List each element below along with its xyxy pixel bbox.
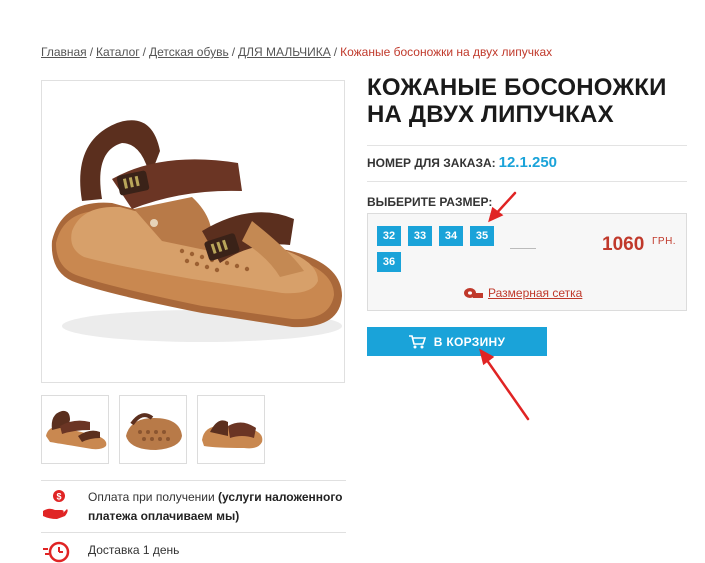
clock-icon — [43, 539, 71, 563]
payment-info: Оплата при получении (услуги наложенного… — [88, 488, 346, 526]
arrow-annotation — [479, 191, 530, 421]
payment-hand-icon: $ — [41, 489, 69, 521]
delivery-info: Доставка 1 день — [88, 543, 180, 557]
svg-text:$: $ — [57, 492, 62, 502]
divider — [41, 480, 346, 481]
payment-info-text: Оплата при получении — [88, 490, 219, 504]
divider — [41, 532, 346, 533]
